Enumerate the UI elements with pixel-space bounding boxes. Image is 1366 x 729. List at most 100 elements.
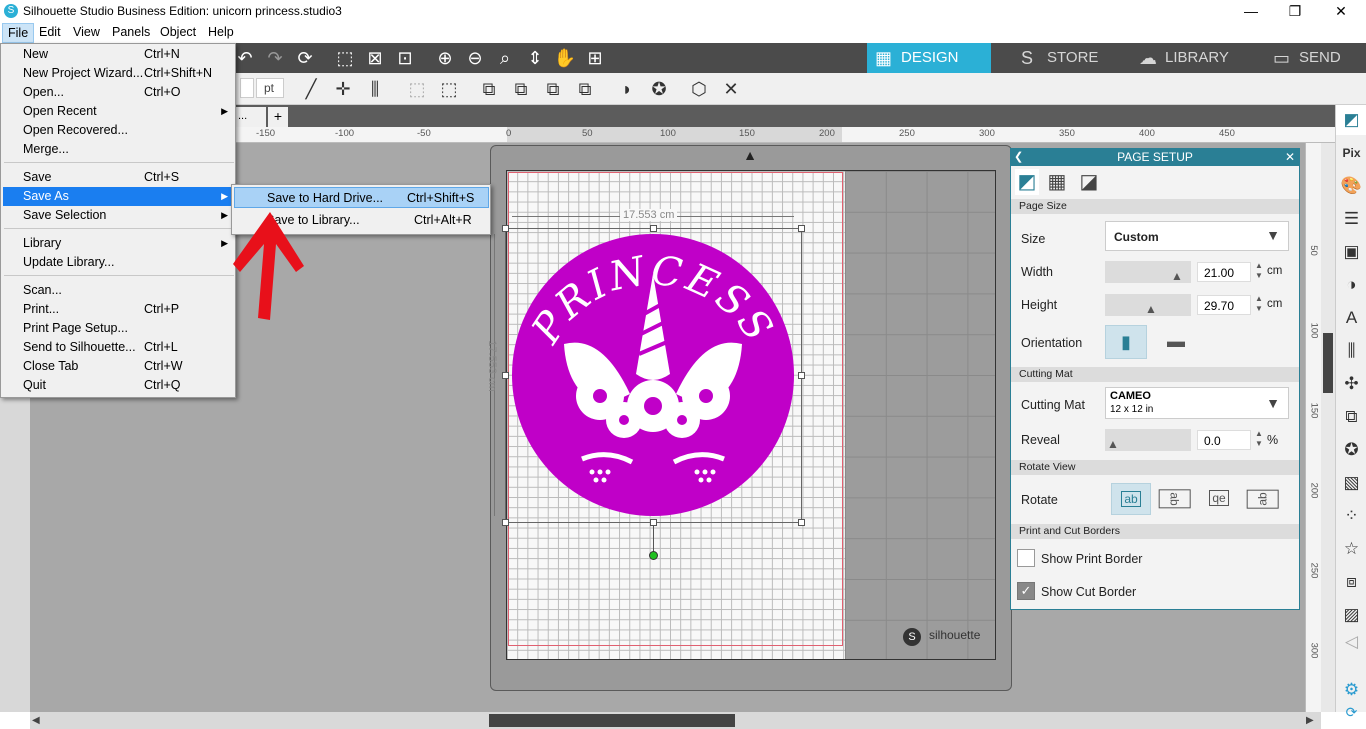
- zoom-out-icon[interactable]: ⊖: [462, 45, 488, 71]
- landscape-orientation-icon[interactable]: ▬: [1155, 325, 1197, 359]
- menu-item-save-to-hard-drive[interactable]: Save to Hard Drive... Ctrl+Shift+S: [234, 187, 489, 208]
- size-field[interactable]: [240, 78, 254, 98]
- menu-object[interactable]: Object: [155, 23, 201, 43]
- pattern-icon[interactable]: ▣: [1336, 237, 1366, 267]
- send-backward-icon[interactable]: ⧉: [540, 76, 566, 102]
- menu-item-merge[interactable]: Merge...: [3, 140, 234, 159]
- redo-icon[interactable]: ↷: [262, 45, 288, 71]
- tab-library[interactable]: ☁ LIBRARY: [1131, 43, 1255, 73]
- zoom-in-icon[interactable]: ⊕: [432, 45, 458, 71]
- menu-item-print[interactable]: Print... Ctrl+P: [3, 300, 234, 319]
- replicate-icon[interactable]: ⧉: [1336, 402, 1366, 432]
- unicorn-princess-artwork[interactable]: PRINCESS: [512, 234, 794, 516]
- scroll-right-icon[interactable]: ▶: [1306, 714, 1318, 727]
- menu-item-update-library[interactable]: Update Library...: [3, 253, 234, 272]
- line-tool-icon[interactable]: ╱: [298, 76, 324, 102]
- text-style-icon[interactable]: A: [1336, 303, 1366, 333]
- menu-help[interactable]: Help: [203, 23, 239, 43]
- pan-hand-icon[interactable]: ✋: [552, 45, 578, 71]
- resize-handle[interactable]: [650, 225, 657, 232]
- sync-icon[interactable]: ⟳: [1336, 697, 1366, 727]
- menu-item-quit[interactable]: Quit Ctrl+Q: [3, 376, 234, 395]
- grid-tab-icon[interactable]: ▦: [1045, 169, 1069, 195]
- menu-item-scan[interactable]: Scan...: [3, 281, 234, 300]
- menu-item-save[interactable]: Save Ctrl+S: [3, 168, 234, 187]
- menu-item-open[interactable]: Open... Ctrl+O: [3, 83, 234, 102]
- reveal-input[interactable]: 0.0: [1197, 430, 1251, 450]
- resize-handle[interactable]: [798, 225, 805, 232]
- trace-icon[interactable]: ▧: [1336, 468, 1366, 498]
- page-setup-icon[interactable]: ◩: [1336, 105, 1366, 135]
- rotate-180-button[interactable]: qe: [1199, 483, 1239, 515]
- menu-item-save-selection[interactable]: Save Selection ▶: [3, 206, 234, 225]
- align-icon[interactable]: ⫼: [362, 76, 388, 102]
- ungroup-icon[interactable]: ⬚: [436, 76, 462, 102]
- line-style-icon[interactable]: ☰: [1336, 204, 1366, 234]
- menu-item-save-as[interactable]: Save As ▶: [3, 187, 234, 206]
- height-slider[interactable]: ▲: [1105, 294, 1191, 316]
- resize-handle[interactable]: [502, 519, 509, 526]
- vertical-scrollbar[interactable]: [1321, 143, 1335, 712]
- maximize-button[interactable]: ❐: [1272, 0, 1318, 23]
- menu-panels[interactable]: Panels: [107, 23, 155, 43]
- resize-handle[interactable]: [650, 519, 657, 526]
- sketch-icon[interactable]: ⁘: [1336, 501, 1366, 531]
- resize-handle[interactable]: [502, 372, 509, 379]
- menu-item-open-recent[interactable]: Open Recent ▶: [3, 102, 234, 121]
- rotate-270-button[interactable]: ab: [1243, 483, 1283, 515]
- tab-design[interactable]: ▦ DESIGN: [867, 43, 991, 73]
- star-shape-icon[interactable]: ✪: [646, 76, 672, 102]
- tab-store[interactable]: S STORE: [1013, 43, 1123, 73]
- menu-item-new[interactable]: New Ctrl+N: [3, 45, 234, 64]
- horizontal-scroll-thumb[interactable]: [489, 714, 735, 727]
- resize-handle[interactable]: [798, 519, 805, 526]
- menu-file[interactable]: File: [2, 23, 35, 43]
- contrast-icon[interactable]: ◑: [1336, 270, 1366, 300]
- width-spinner-icon[interactable]: ▲ ▼: [1255, 261, 1263, 281]
- add-tab-button[interactable]: +: [268, 107, 288, 127]
- minimize-button[interactable]: —: [1228, 0, 1274, 23]
- menu-item-open-recovered[interactable]: Open Recovered...: [3, 121, 234, 140]
- horizontal-scrollbar[interactable]: ◀ ▶: [30, 712, 1321, 729]
- resize-handle[interactable]: [798, 372, 805, 379]
- menu-item-print-page-setup[interactable]: Print Page Setup...: [3, 319, 234, 338]
- reveal-spinner-icon[interactable]: ▲ ▼: [1255, 429, 1263, 449]
- slider-thumb-icon[interactable]: ▲: [1107, 437, 1119, 451]
- hatch-icon[interactable]: ▨: [1336, 600, 1366, 630]
- portrait-orientation-icon[interactable]: ▮: [1105, 325, 1147, 359]
- tab-send[interactable]: ▭ SEND: [1265, 43, 1365, 73]
- rotate-handle[interactable]: [649, 551, 658, 560]
- rotate-90-button[interactable]: ab: [1155, 483, 1195, 515]
- close-window-button[interactable]: ✕: [1318, 0, 1364, 23]
- mat-tab-icon[interactable]: ◪: [1077, 169, 1101, 195]
- width-slider[interactable]: ▲: [1105, 261, 1191, 283]
- bring-forward-icon[interactable]: ⧉: [508, 76, 534, 102]
- height-spinner-icon[interactable]: ▲ ▼: [1255, 294, 1263, 314]
- scroll-left-icon[interactable]: ◀: [32, 714, 44, 727]
- unit-field[interactable]: pt: [256, 78, 284, 98]
- menu-item-close-tab[interactable]: Close Tab Ctrl+W: [3, 357, 234, 376]
- redraw-icon[interactable]: ⟳: [292, 45, 318, 71]
- menu-edit[interactable]: Edit: [34, 23, 66, 43]
- send-back-icon[interactable]: ⧉: [572, 76, 598, 102]
- move-icon[interactable]: ✛: [330, 76, 356, 102]
- deselect-icon[interactable]: ⊠: [362, 45, 388, 71]
- document-tab[interactable]: ...: [236, 107, 266, 127]
- zoom-select-icon[interactable]: ⌕: [492, 45, 518, 71]
- transform-icon[interactable]: ✣: [1336, 369, 1366, 399]
- show-print-border-checkbox[interactable]: [1017, 549, 1035, 567]
- group-icon[interactable]: ⬚: [404, 76, 430, 102]
- fill-color-icon[interactable]: 🎨: [1336, 171, 1366, 201]
- select-by-color-icon[interactable]: ⊡: [392, 45, 418, 71]
- star-icon[interactable]: ☆: [1336, 534, 1366, 564]
- select-all-icon[interactable]: ⬚: [332, 45, 358, 71]
- weld-icon[interactable]: ◗: [614, 76, 640, 102]
- collapse-chevron-icon[interactable]: ❮: [1014, 149, 1023, 166]
- panel-close-button[interactable]: ✕: [1285, 149, 1295, 166]
- slider-thumb-icon[interactable]: ▲: [1145, 302, 1157, 316]
- reveal-slider[interactable]: ▲: [1105, 429, 1191, 451]
- menu-view[interactable]: View: [68, 23, 105, 43]
- size-dropdown[interactable]: Custom ▼: [1105, 221, 1289, 251]
- height-input[interactable]: 29.70: [1197, 295, 1251, 315]
- fit-to-page-icon[interactable]: ⊞: [582, 45, 608, 71]
